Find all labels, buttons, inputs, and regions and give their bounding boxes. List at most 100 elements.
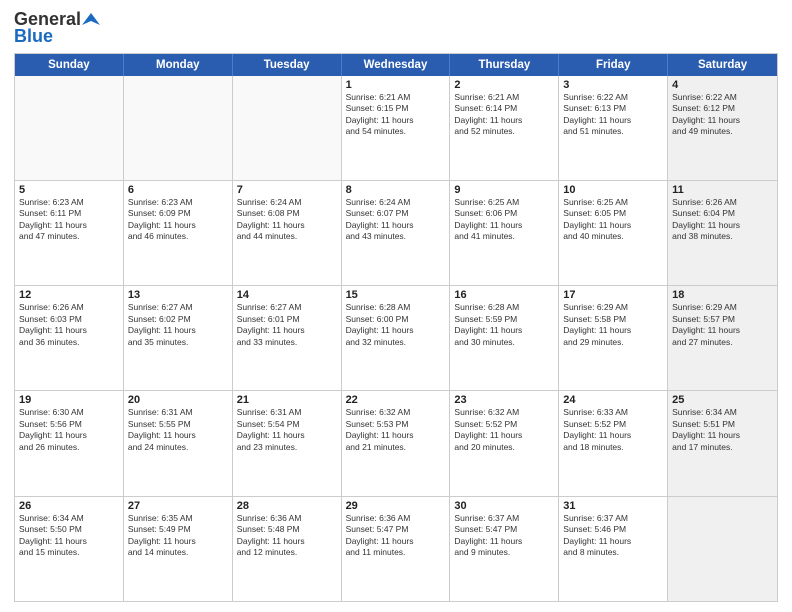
cell-line-2: Daylight: 11 hours (237, 220, 337, 231)
calendar: SundayMondayTuesdayWednesdayThursdayFrid… (14, 53, 778, 602)
cal-cell-day-13: 13Sunrise: 6:27 AMSunset: 6:02 PMDayligh… (124, 286, 233, 390)
cell-line-2: Daylight: 11 hours (19, 430, 119, 441)
day-number: 26 (19, 500, 119, 512)
cell-line-2: Daylight: 11 hours (237, 536, 337, 547)
cell-line-3: and 47 minutes. (19, 231, 119, 242)
cell-line-0: Sunrise: 6:22 AM (672, 92, 773, 103)
cell-line-3: and 46 minutes. (128, 231, 228, 242)
cell-line-0: Sunrise: 6:21 AM (346, 92, 446, 103)
cell-line-3: and 15 minutes. (19, 547, 119, 558)
cal-cell-day-30: 30Sunrise: 6:37 AMSunset: 5:47 PMDayligh… (450, 497, 559, 601)
cell-line-3: and 12 minutes. (237, 547, 337, 558)
cal-header-friday: Friday (559, 54, 668, 76)
day-number: 10 (563, 184, 663, 196)
cell-line-0: Sunrise: 6:33 AM (563, 407, 663, 418)
day-number: 27 (128, 500, 228, 512)
cal-cell-day-16: 16Sunrise: 6:28 AMSunset: 5:59 PMDayligh… (450, 286, 559, 390)
cell-line-0: Sunrise: 6:25 AM (454, 197, 554, 208)
cal-cell-day-31: 31Sunrise: 6:37 AMSunset: 5:46 PMDayligh… (559, 497, 668, 601)
logo-blue-text: Blue (14, 27, 100, 47)
cal-cell-day-3: 3Sunrise: 6:22 AMSunset: 6:13 PMDaylight… (559, 76, 668, 180)
cal-week-3: 12Sunrise: 6:26 AMSunset: 6:03 PM Dayligh… (15, 286, 777, 391)
day-number: 6 (128, 184, 228, 196)
cell-line-0: Sunrise: 6:34 AM (672, 407, 773, 418)
cell-line-3: and 24 minutes. (128, 442, 228, 453)
cell-line-1: Sunset: 5:48 PM (237, 524, 337, 535)
cell-line-0: Sunrise: 6:21 AM (454, 92, 554, 103)
day-number: 25 (672, 394, 773, 406)
cal-week-4: 19Sunrise: 6:30 AMSunset: 5:56 PMDayligh… (15, 391, 777, 496)
cell-line-2: Daylight: 11 hours (128, 325, 228, 336)
cell-line-3: and 38 minutes. (672, 231, 773, 242)
cell-line-0: Sunrise: 6:23 AM (19, 197, 119, 208)
cell-line-0: Sunrise: 6:29 AM (563, 302, 663, 313)
cal-cell-day-7: 7Sunrise: 6:24 AMSunset: 6:08 PMDaylight… (233, 181, 342, 285)
cell-line-3: and 40 minutes. (563, 231, 663, 242)
cell-line-0: Sunrise: 6:36 AM (346, 513, 446, 524)
cal-cell-empty (124, 76, 233, 180)
cell-line-0: Sunrise: 6:22 AM (563, 92, 663, 103)
cell-line-1: Sunset: 5:46 PM (563, 524, 663, 535)
cell-line-2: Daylight: 11 hours (454, 115, 554, 126)
cell-line-1: Sunset: 5:58 PM (563, 314, 663, 325)
cell-line-3: and 26 minutes. (19, 442, 119, 453)
cell-line-1: Sunset: 5:55 PM (128, 419, 228, 430)
calendar-header-row: SundayMondayTuesdayWednesdayThursdayFrid… (15, 54, 777, 76)
cell-line-1: Sunset: 6:07 PM (346, 208, 446, 219)
cell-line-0: Sunrise: 6:29 AM (672, 302, 773, 313)
cal-cell-day-5: 5Sunrise: 6:23 AMSunset: 6:11 PMDaylight… (15, 181, 124, 285)
cell-line-0: Sunrise: 6:24 AM (346, 197, 446, 208)
cal-cell-day-29: 29Sunrise: 6:36 AMSunset: 5:47 PMDayligh… (342, 497, 451, 601)
cal-cell-day-6: 6Sunrise: 6:23 AMSunset: 6:09 PMDaylight… (124, 181, 233, 285)
cal-cell-day-11: 11Sunrise: 6:26 AMSunset: 6:04 PMDayligh… (668, 181, 777, 285)
day-number: 12 (19, 289, 119, 301)
cal-cell-day-15: 15Sunrise: 6:28 AMSunset: 6:00 PMDayligh… (342, 286, 451, 390)
day-number: 9 (454, 184, 554, 196)
cal-cell-day-4: 4Sunrise: 6:22 AMSunset: 6:12 PMDaylight… (668, 76, 777, 180)
cell-line-1: Sunset: 6:02 PM (128, 314, 228, 325)
cell-line-3: and 30 minutes. (454, 337, 554, 348)
cell-line-1: Sunset: 5:52 PM (563, 419, 663, 430)
cal-cell-empty (668, 497, 777, 601)
cal-cell-empty (15, 76, 124, 180)
cal-header-tuesday: Tuesday (233, 54, 342, 76)
cal-cell-day-26: 26Sunrise: 6:34 AMSunset: 5:50 PMDayligh… (15, 497, 124, 601)
cell-line-0: Sunrise: 6:26 AM (19, 302, 119, 313)
calendar-body: 1Sunrise: 6:21 AMSunset: 6:15 PMDaylight… (15, 76, 777, 601)
cal-cell-day-28: 28Sunrise: 6:36 AMSunset: 5:48 PMDayligh… (233, 497, 342, 601)
cell-line-0: Sunrise: 6:30 AM (19, 407, 119, 418)
cell-line-1: Sunset: 6:13 PM (563, 103, 663, 114)
cell-line-1: Sunset: 5:49 PM (128, 524, 228, 535)
cell-line-0: Sunrise: 6:32 AM (346, 407, 446, 418)
cal-week-5: 26Sunrise: 6:34 AMSunset: 5:50 PMDayligh… (15, 497, 777, 601)
cal-cell-day-1: 1Sunrise: 6:21 AMSunset: 6:15 PMDaylight… (342, 76, 451, 180)
cell-line-3: and 51 minutes. (563, 126, 663, 137)
cal-cell-day-24: 24Sunrise: 6:33 AMSunset: 5:52 PMDayligh… (559, 391, 668, 495)
cell-line-3: and 52 minutes. (454, 126, 554, 137)
day-number: 7 (237, 184, 337, 196)
cell-line-2: Daylight: 11 hours (237, 325, 337, 336)
cell-line-3: and 14 minutes. (128, 547, 228, 558)
cal-header-thursday: Thursday (450, 54, 559, 76)
day-number: 13 (128, 289, 228, 301)
cell-line-1: Sunset: 6:11 PM (19, 208, 119, 219)
cell-line-0: Sunrise: 6:37 AM (563, 513, 663, 524)
cal-header-monday: Monday (124, 54, 233, 76)
cell-line-2: Daylight: 11 hours (346, 325, 446, 336)
day-number: 30 (454, 500, 554, 512)
cell-line-2: Daylight: 11 hours (346, 115, 446, 126)
cal-cell-day-19: 19Sunrise: 6:30 AMSunset: 5:56 PMDayligh… (15, 391, 124, 495)
cell-line-3: and 23 minutes. (237, 442, 337, 453)
cal-cell-day-21: 21Sunrise: 6:31 AMSunset: 5:54 PMDayligh… (233, 391, 342, 495)
cell-line-2: Daylight: 11 hours (237, 430, 337, 441)
cal-cell-day-18: 18Sunrise: 6:29 AMSunset: 5:57 PMDayligh… (668, 286, 777, 390)
cell-line-1: Sunset: 6:12 PM (672, 103, 773, 114)
cell-line-1: Sunset: 6:03 PM (19, 314, 119, 325)
cell-line-2: Daylight: 11 hours (19, 536, 119, 547)
cell-line-1: Sunset: 6:14 PM (454, 103, 554, 114)
logo: General Blue (14, 10, 100, 47)
cell-line-0: Sunrise: 6:28 AM (454, 302, 554, 313)
cell-line-0: Sunrise: 6:27 AM (128, 302, 228, 313)
cell-line-2: Daylight: 11 hours (128, 430, 228, 441)
cell-line-0: Sunrise: 6:31 AM (237, 407, 337, 418)
